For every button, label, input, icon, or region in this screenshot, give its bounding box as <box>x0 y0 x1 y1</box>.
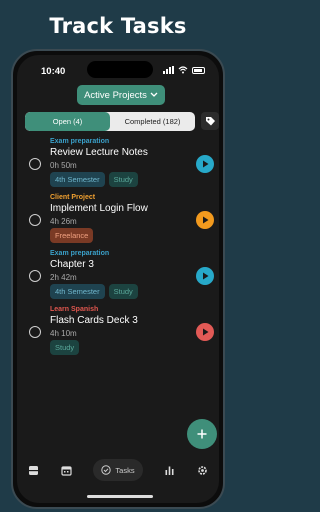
task-tags: Freelance <box>50 228 94 243</box>
task-duration: 4h 26m <box>50 217 77 226</box>
start-timer-button[interactable] <box>196 323 214 341</box>
task-tag[interactable]: 4th Semester <box>50 284 105 299</box>
task-status-tabs: Open (4) Completed (182) <box>25 112 195 131</box>
home-indicator <box>87 495 153 498</box>
task-row[interactable]: Exam preparation Chapter 3 2h 42m 4th Se… <box>17 250 219 306</box>
bar-chart-icon <box>165 466 174 475</box>
task-tag[interactable]: Study <box>50 340 80 355</box>
play-icon <box>202 328 208 336</box>
task-duration: 0h 50m <box>50 161 77 170</box>
inbox-icon <box>28 465 38 475</box>
task-title: Flash Cards Deck 3 <box>50 315 138 326</box>
task-complete-checkbox[interactable] <box>29 214 41 226</box>
play-icon <box>202 216 208 224</box>
status-time: 10:40 <box>41 66 66 77</box>
tag-icon <box>205 116 215 125</box>
chevron-down-icon <box>150 92 158 97</box>
nav-inbox[interactable] <box>28 459 39 481</box>
tab-completed[interactable]: Completed (182) <box>110 112 195 131</box>
task-tags: 4th Semester Study <box>50 172 138 187</box>
app-screen: 10:40 Active Projects Open (4) Completed… <box>17 55 219 503</box>
nav-statistics[interactable] <box>164 459 175 481</box>
project-filter-dropdown[interactable]: Active Projects <box>77 85 165 105</box>
battery-icon <box>192 66 205 74</box>
task-duration: 4h 10m <box>50 329 77 338</box>
task-complete-checkbox[interactable] <box>29 158 41 170</box>
status-icons <box>163 66 205 74</box>
task-project-name: Client Project <box>50 194 96 201</box>
start-timer-button[interactable] <box>196 211 214 229</box>
bottom-nav: Tasks <box>17 455 219 485</box>
promo-headline: Track Tasks <box>49 14 187 38</box>
play-icon <box>202 272 208 280</box>
task-tag[interactable]: 4th Semester <box>50 172 105 187</box>
task-title: Implement Login Flow <box>50 203 148 214</box>
nav-settings[interactable] <box>197 459 208 481</box>
nav-tasks[interactable]: Tasks <box>93 459 143 481</box>
task-row[interactable]: Exam preparation Review Lecture Notes 0h… <box>17 138 219 194</box>
tag-filter-button[interactable] <box>201 112 219 130</box>
task-tag[interactable]: Study <box>108 284 138 299</box>
task-tags: Study <box>50 340 80 355</box>
check-circle-icon <box>101 465 112 475</box>
task-tag[interactable]: Freelance <box>50 228 94 243</box>
task-project-name: Exam preparation <box>50 138 110 145</box>
project-filter-label: Active Projects <box>84 89 147 101</box>
plus-icon <box>197 429 207 439</box>
task-duration: 2h 42m <box>50 273 77 282</box>
task-complete-checkbox[interactable] <box>29 270 41 282</box>
add-task-button[interactable] <box>187 419 217 449</box>
task-row[interactable]: Client Project Implement Login Flow 4h 2… <box>17 194 219 250</box>
task-project-name: Exam preparation <box>50 250 110 257</box>
task-tag[interactable]: Study <box>108 172 138 187</box>
gear-icon <box>198 465 207 475</box>
dynamic-island <box>87 61 153 78</box>
wifi-icon <box>178 66 188 74</box>
start-timer-button[interactable] <box>196 155 214 173</box>
tab-open[interactable]: Open (4) <box>25 112 110 131</box>
task-title: Review Lecture Notes <box>50 147 148 158</box>
nav-calendar[interactable] <box>61 459 72 481</box>
task-complete-checkbox[interactable] <box>29 326 41 338</box>
play-icon <box>202 160 208 168</box>
phone-frame: 10:40 Active Projects Open (4) Completed… <box>11 49 225 509</box>
nav-tasks-label: Tasks <box>115 465 135 475</box>
signal-icon <box>163 66 174 74</box>
task-row[interactable]: Learn Spanish Flash Cards Deck 3 4h 10m … <box>17 306 219 362</box>
start-timer-button[interactable] <box>196 267 214 285</box>
task-title: Chapter 3 <box>50 259 94 270</box>
calendar-icon <box>61 465 72 476</box>
task-project-name: Learn Spanish <box>50 306 99 313</box>
task-tags: 4th Semester Study <box>50 284 138 299</box>
